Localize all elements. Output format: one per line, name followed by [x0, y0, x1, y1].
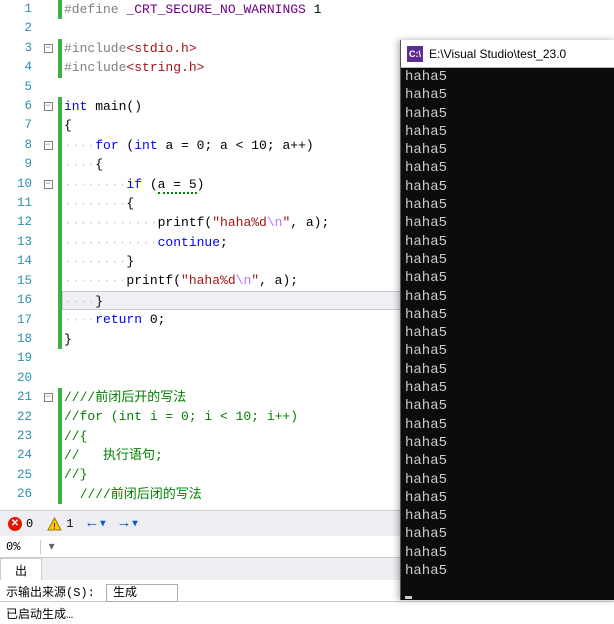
line-number: 2 [0, 19, 32, 38]
build-status-text: 已启动生成… [6, 608, 73, 622]
code-line[interactable] [64, 19, 614, 38]
console-window: C:\ E:\Visual Studio\test_23.0 haha5 hah… [400, 40, 614, 600]
line-number: 22 [0, 408, 32, 427]
line-number: 6 [0, 97, 32, 116]
code-line[interactable]: #define _CRT_SECURE_NO_WARNINGS 1 [64, 0, 614, 19]
fold-column: − − − − − [38, 0, 58, 510]
line-number: 23 [0, 427, 32, 446]
output-source-select[interactable]: 生成 [106, 584, 178, 602]
error-count[interactable]: ✕ 0 [8, 517, 33, 531]
nav-prev-button[interactable]: ←▾ [87, 515, 105, 532]
line-number: 17 [0, 311, 32, 330]
error-count-value: 0 [26, 517, 33, 531]
line-number: 10 [0, 175, 32, 194]
fold-toggle[interactable]: − [44, 393, 53, 402]
fold-toggle[interactable]: − [44, 180, 53, 189]
line-number: 25 [0, 466, 32, 485]
console-title-text: E:\Visual Studio\test_23.0 [429, 47, 566, 61]
line-number: 24 [0, 446, 32, 465]
line-number: 4 [0, 58, 32, 77]
svg-text:!: ! [52, 522, 57, 531]
line-number: 26 [0, 485, 32, 504]
line-number: 1 [0, 0, 32, 19]
line-number: 14 [0, 252, 32, 271]
tab-output[interactable]: 出 [0, 558, 42, 582]
line-number: 13 [0, 233, 32, 252]
fold-toggle[interactable]: − [44, 141, 53, 150]
line-number: 8 [0, 136, 32, 155]
fold-toggle[interactable]: − [44, 102, 53, 111]
error-icon: ✕ [8, 517, 22, 531]
chevron-down-icon: ▾ [41, 540, 54, 554]
console-cursor [405, 596, 412, 599]
build-status: 已启动生成… [0, 602, 614, 624]
line-number: 11 [0, 194, 32, 213]
line-number: 16 [0, 291, 32, 310]
zoom-dropdown[interactable]: 0% [6, 540, 41, 554]
line-number-gutter: 1234567891011121314151617181920212223242… [0, 0, 38, 510]
line-number: 7 [0, 116, 32, 135]
fold-toggle[interactable]: − [44, 44, 53, 53]
console-app-icon: C:\ [407, 46, 423, 62]
console-titlebar[interactable]: C:\ E:\Visual Studio\test_23.0 [401, 40, 614, 68]
warning-count-value: 1 [66, 517, 73, 531]
line-number: 20 [0, 369, 32, 388]
nav-next-button[interactable]: →▾ [119, 515, 137, 532]
line-number: 12 [0, 213, 32, 232]
output-source-label: 示输出来源(S): [6, 586, 95, 600]
line-number: 18 [0, 330, 32, 349]
warning-count[interactable]: ! 1 [47, 517, 73, 531]
warning-icon: ! [47, 517, 62, 531]
line-number: 9 [0, 155, 32, 174]
line-number: 15 [0, 272, 32, 291]
line-number: 19 [0, 349, 32, 368]
line-number: 5 [0, 78, 32, 97]
console-output[interactable]: haha5 haha5 haha5 haha5 haha5 haha5 haha… [401, 68, 614, 599]
line-number: 21 [0, 388, 32, 407]
line-number: 3 [0, 39, 32, 58]
